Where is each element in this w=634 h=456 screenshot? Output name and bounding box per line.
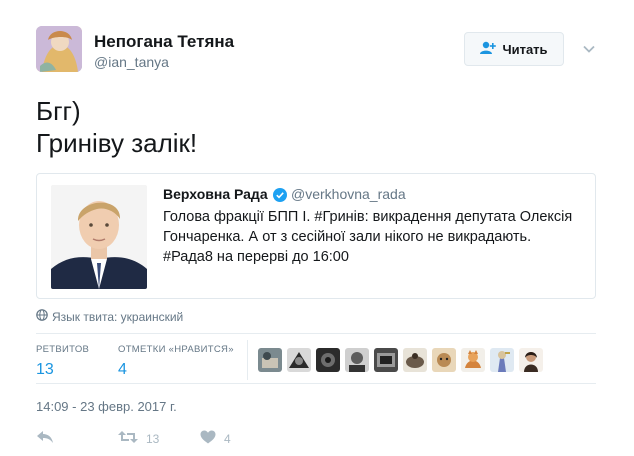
chevron-down-icon[interactable]: [582, 42, 596, 56]
likes-count: 4: [118, 361, 127, 378]
retweets-count: 13: [36, 361, 54, 378]
author-handle[interactable]: @ian_tanya: [94, 54, 169, 70]
divider: [36, 383, 596, 384]
tweet-text: Бгг) Гриніву залік!: [36, 96, 198, 158]
favoriter-avatar[interactable]: [403, 348, 427, 372]
tweet-language: Язык твита: украинский: [36, 309, 183, 324]
verified-icon: [273, 188, 287, 202]
retweets-stat[interactable]: РЕТВИТОВ 13: [36, 344, 89, 379]
tweet-timestamp[interactable]: 14:09 - 23 февр. 2017 г.: [36, 399, 177, 414]
likes-label: ОТМЕТКИ «НРАВИТСЯ»: [118, 344, 234, 355]
reply-button[interactable]: [36, 430, 54, 447]
favoriter-avatar[interactable]: [519, 348, 543, 372]
favoriter-avatar[interactable]: [287, 348, 311, 372]
like-count: 4: [224, 431, 231, 446]
globe-icon: [36, 309, 48, 324]
favoriter-avatar[interactable]: [316, 348, 340, 372]
quoted-tweet-image[interactable]: [51, 185, 147, 289]
author-name[interactable]: Непогана Тетяна: [94, 32, 234, 52]
favoriter-avatar[interactable]: [432, 348, 456, 372]
quoted-author-handle[interactable]: @verkhovna_rada: [291, 186, 406, 202]
retweet-count: 13: [146, 431, 160, 446]
quoted-author-name[interactable]: Верховна Рада: [163, 186, 268, 202]
favoriter-avatar[interactable]: [461, 348, 485, 372]
favoriters-list: [258, 348, 543, 372]
quoted-tweet-card[interactable]: Верховна Рада @verkhovna_rada Голова фра…: [36, 173, 596, 299]
favoriter-avatar[interactable]: [345, 348, 369, 372]
like-button[interactable]: 4: [200, 430, 231, 447]
follow-button[interactable]: Читать: [464, 32, 564, 66]
stats-separator: [247, 340, 248, 380]
author-avatar[interactable]: [36, 26, 82, 72]
language-label: Язык твита: украинский: [52, 309, 184, 324]
heart-icon: [200, 430, 216, 447]
reply-icon: [36, 430, 54, 447]
favoriter-avatar[interactable]: [374, 348, 398, 372]
retweet-icon: [118, 430, 138, 447]
divider: [36, 333, 596, 334]
favoriter-avatar[interactable]: [490, 348, 514, 372]
follow-button-label: Читать: [502, 41, 548, 57]
retweet-button[interactable]: 13: [118, 430, 159, 447]
favoriter-avatar[interactable]: [258, 348, 282, 372]
add-user-icon: [480, 41, 497, 58]
quoted-tweet-text: Голова фракції БПП І. #Гринів: викраденн…: [163, 209, 573, 265]
retweets-label: РЕТВИТОВ: [36, 344, 90, 355]
likes-stat[interactable]: ОТМЕТКИ «НРАВИТСЯ» 4: [118, 344, 234, 379]
